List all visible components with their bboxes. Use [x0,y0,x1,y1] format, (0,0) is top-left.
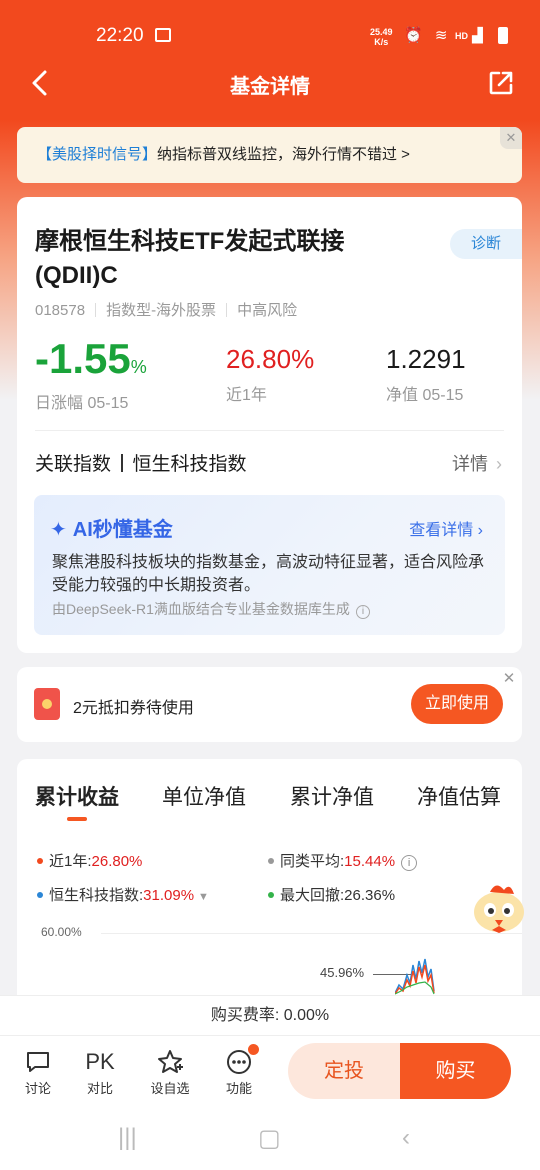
back-icon[interactable]: ‹ [402,1124,410,1152]
daily-change-stat: -1.55% 日涨幅 05-15 [35,337,147,413]
signal-icon: ▟ [472,27,483,43]
fee-label: 购买费率: [210,1007,280,1024]
page-title: 基金详情 [230,76,310,98]
y-axis-top-label: 60.00% [41,925,82,939]
purchase-fee-bar: 购买费率: 0.00% [0,995,540,1035]
fund-name: 摩根恒生科技ETF发起式联接(QDII)C [35,228,345,289]
year-return-stat: 26.80% 近1年 [226,337,314,405]
tab-nav-estimate[interactable]: 净值估算 [417,781,501,811]
info-icon[interactable]: i [355,605,370,619]
buy-button[interactable]: 购买 [400,1043,511,1099]
coupon-close-icon[interactable]: ✕ [500,669,518,687]
chart-marker-label: 45.96% [320,965,365,980]
compare-button[interactable]: PK 对比 [76,1046,124,1097]
red-envelope-icon [34,688,60,720]
legend-max-drawdown: 最大回撤:26.36% [268,884,395,905]
nav-value: 1.2291 [386,344,466,374]
ai-more-link[interactable]: 查看详情 › [409,516,483,540]
nav-stat: 1.2291 净值 05-15 [386,337,466,405]
coupon-card: 2元抵扣券待使用 立即使用 ✕ [17,667,522,742]
daily-change-unit: % [130,357,147,377]
ai-title: ✦ AI秒懂基金 [50,519,173,541]
notification-dot [248,1044,259,1055]
pk-icon: PK [85,1049,115,1074]
fund-type: 指数型-海外股票 [106,302,217,319]
grid-line [101,933,522,934]
related-index[interactable]: 关联指数 恒生科技指数 [35,449,247,476]
chevron-right-icon: › [496,454,502,474]
battery-icon [498,27,508,44]
legend-index[interactable]: 恒生科技指数:31.09% ▼ [37,884,209,905]
daily-change-value: -1.55 [35,335,131,382]
sparkle-icon: ✦ [50,519,67,541]
system-nav-bar: ||| ▢ ‹ [0,1110,540,1170]
related-index-name: 恒生科技指数 [132,454,247,475]
related-index-label: 关联指数 [35,454,112,475]
year-return-label: 近1年 [226,387,267,404]
diagnose-button[interactable]: 诊断 [450,229,522,259]
fund-info-card: 摩根恒生科技ETF发起式联接(QDII)C 诊断 018578 指数型-海外股票 中… [17,197,522,653]
ai-summary-box: ✦ AI秒懂基金 查看详情 › 聚焦港股科技板块的指数基金，高波动特征显著，适合风… [34,495,505,635]
use-coupon-button[interactable]: 立即使用 [411,684,503,724]
legend-year: 近1年:26.80% [37,850,142,871]
network-speed: 25.49 K/s [370,27,393,47]
banner-tag: 【美股择时信号】 [37,146,158,163]
fund-code: 018578 [35,302,86,319]
alarm-wifi-icons: ⏰ ≋ [404,27,452,44]
us-stock-signal-banner[interactable]: 【美股择时信号】纳指标普双线监控，海外行情不错过 > ✕ [17,127,522,183]
fund-meta: 018578 指数型-海外股票 中高风险 [35,299,297,320]
fee-value: 0.00% [283,1007,330,1024]
chart-series-lines [395,958,435,995]
coupon-text: 2元抵扣券待使用 [73,700,194,717]
year-return-value: 26.80% [226,344,315,374]
daily-change-label: 日涨幅 05-15 [35,395,129,412]
legend-peer-average: 同类平均:15.44% i [268,850,418,871]
recent-apps-icon[interactable]: ||| [118,1124,137,1152]
divider [35,430,504,431]
chat-bubble-icon [14,1046,62,1078]
nav-label: 净值 05-15 [386,387,464,404]
chart-tabs: 累计收益 单位净值 累计净值 净值估算 [17,781,522,821]
tab-cumulative-return[interactable]: 累计收益 [35,781,119,811]
star-plus-icon [146,1046,194,1078]
caret-down-icon: ▼ [198,891,209,903]
functions-button[interactable]: 功能 [215,1044,263,1097]
banner-text: 纳指标普双线监控，海外行情不错过 > [157,146,410,163]
hd-indicator: HD [455,31,468,41]
home-icon[interactable]: ▢ [258,1124,281,1153]
tab-unit-nav[interactable]: 单位净值 [162,781,246,811]
banner-close-icon[interactable]: ✕ [500,127,522,149]
fund-risk: 中高风险 [237,302,298,319]
tab-cumulative-nav[interactable]: 累计净值 [290,781,374,811]
discuss-button[interactable]: 讨论 [14,1046,62,1097]
clock: 22:20 [96,25,144,46]
active-tab-indicator [67,817,87,821]
mascot-assistant-icon[interactable] [470,880,528,936]
add-watchlist-button[interactable]: 设自选 [146,1046,194,1097]
related-index-detail-link[interactable]: 详情 › [452,450,502,476]
gallery-notification-icon [155,28,171,42]
share-icon[interactable] [488,70,514,96]
ai-description: 聚焦港股科技板块的指数基金，高波动特征显著，适合风险承受能力较强的中长期投资者。 [52,554,485,594]
auto-invest-button[interactable]: 定投 [288,1043,400,1099]
bottom-action-bar: 讨论 PK 对比 设自选 功能 定投 购买 [0,1035,540,1110]
nav-bar: 基金详情 [0,60,540,108]
ai-footer: 由DeepSeek-R1满血版结合专业基金数据库生成 i [52,599,370,619]
info-icon[interactable]: i [401,855,418,871]
